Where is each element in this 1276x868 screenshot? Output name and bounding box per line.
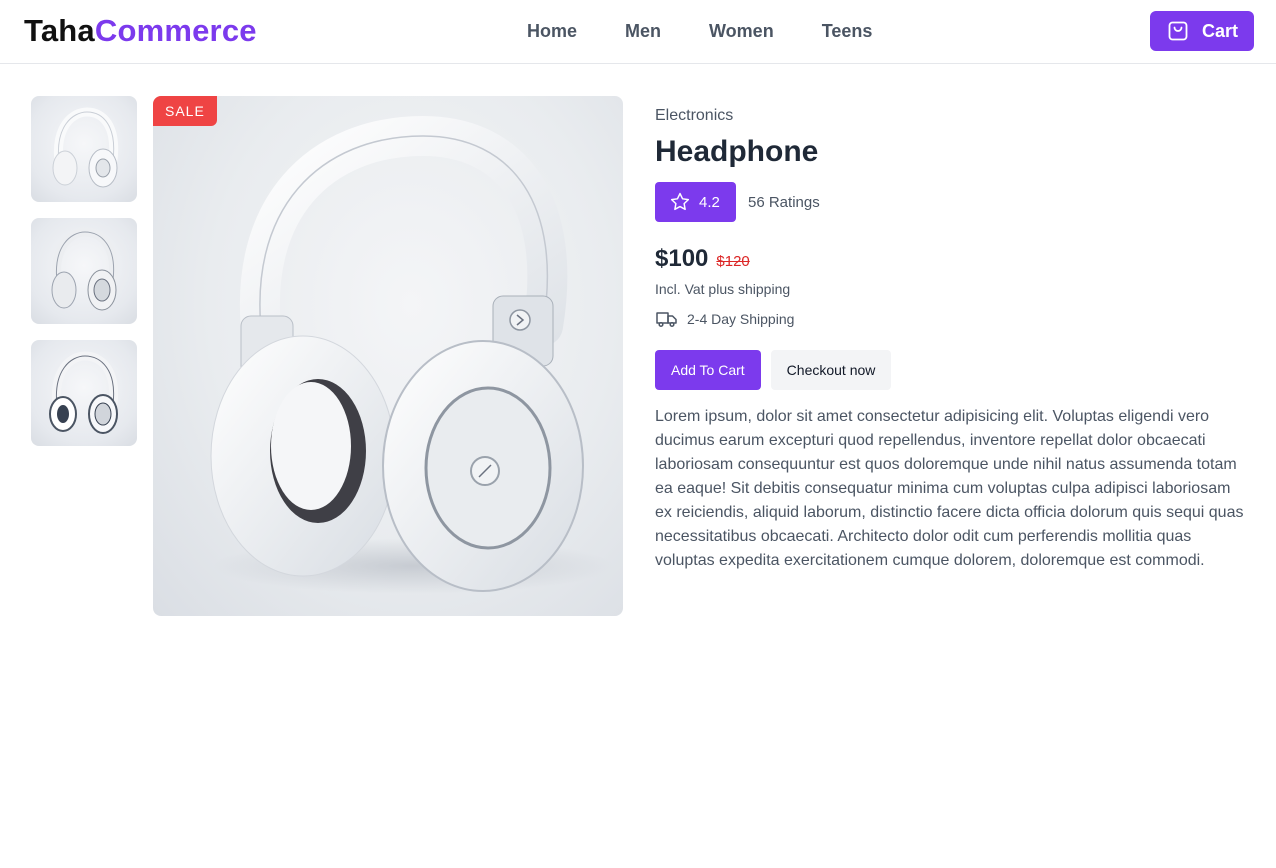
- rating-button[interactable]: 4.2: [655, 182, 736, 222]
- product-info: Electronics Headphone 4.2 56 Ratings $10…: [655, 106, 1245, 573]
- headphone-image: [51, 227, 119, 311]
- headphone-thumbnail-2[interactable]: [31, 218, 137, 324]
- nav-item-teens[interactable]: Teens: [822, 19, 873, 43]
- add-to-cart-button[interactable]: Add To Cart: [655, 350, 761, 390]
- rating-row: 4.2 56 Ratings: [655, 182, 1245, 222]
- headphone-thumbnail-3[interactable]: [31, 340, 137, 446]
- headphone-thumbnail-1[interactable]: [31, 96, 137, 202]
- product-category[interactable]: Electronics: [655, 106, 1245, 126]
- shopping-bag-icon: [1168, 21, 1188, 41]
- truck-icon: [656, 312, 677, 328]
- nav-item-women[interactable]: Women: [709, 19, 774, 43]
- product-main-image: SALE: [153, 96, 623, 616]
- main-nav: Home Men Women Teens: [527, 19, 872, 43]
- cart-button[interactable]: Cart: [1150, 11, 1254, 51]
- star-icon: [670, 192, 690, 211]
- shipping-text: 2-4 Day Shipping: [687, 311, 795, 327]
- vat-note: Incl. Vat plus shipping: [655, 281, 791, 297]
- nav-item-men[interactable]: Men: [625, 19, 661, 43]
- thumbnail-list: [31, 96, 137, 446]
- sale-badge: SALE: [153, 96, 217, 126]
- site-header: TahaCommerce Home Men Women Teens Cart: [0, 0, 1276, 64]
- price-row: $100 $120: [655, 244, 1245, 274]
- shipping-row: 2-4 Day Shipping: [655, 307, 1245, 331]
- rating-value: 4.2: [699, 193, 720, 211]
- headphone-image: [52, 107, 119, 188]
- nav-item-home[interactable]: Home: [527, 19, 577, 43]
- brand-logo-part1: Taha: [24, 13, 95, 48]
- current-price: $100: [655, 245, 709, 272]
- rating-count: 56 Ratings: [748, 193, 820, 211]
- action-buttons: Add To Cart Checkout now: [655, 350, 1245, 390]
- old-price: $120: [716, 253, 750, 270]
- product-description: Lorem ipsum, dolor sit amet consectetur …: [655, 408, 1244, 569]
- cart-label: Cart: [1202, 20, 1239, 41]
- checkout-now-button[interactable]: Checkout now: [770, 350, 892, 390]
- product-title: Headphone: [655, 135, 819, 168]
- brand-logo-part2: Commerce: [94, 13, 257, 48]
- headphone-image: [210, 115, 613, 594]
- brand-logo[interactable]: TahaCommerce: [24, 12, 257, 50]
- headphone-image: [49, 351, 119, 434]
